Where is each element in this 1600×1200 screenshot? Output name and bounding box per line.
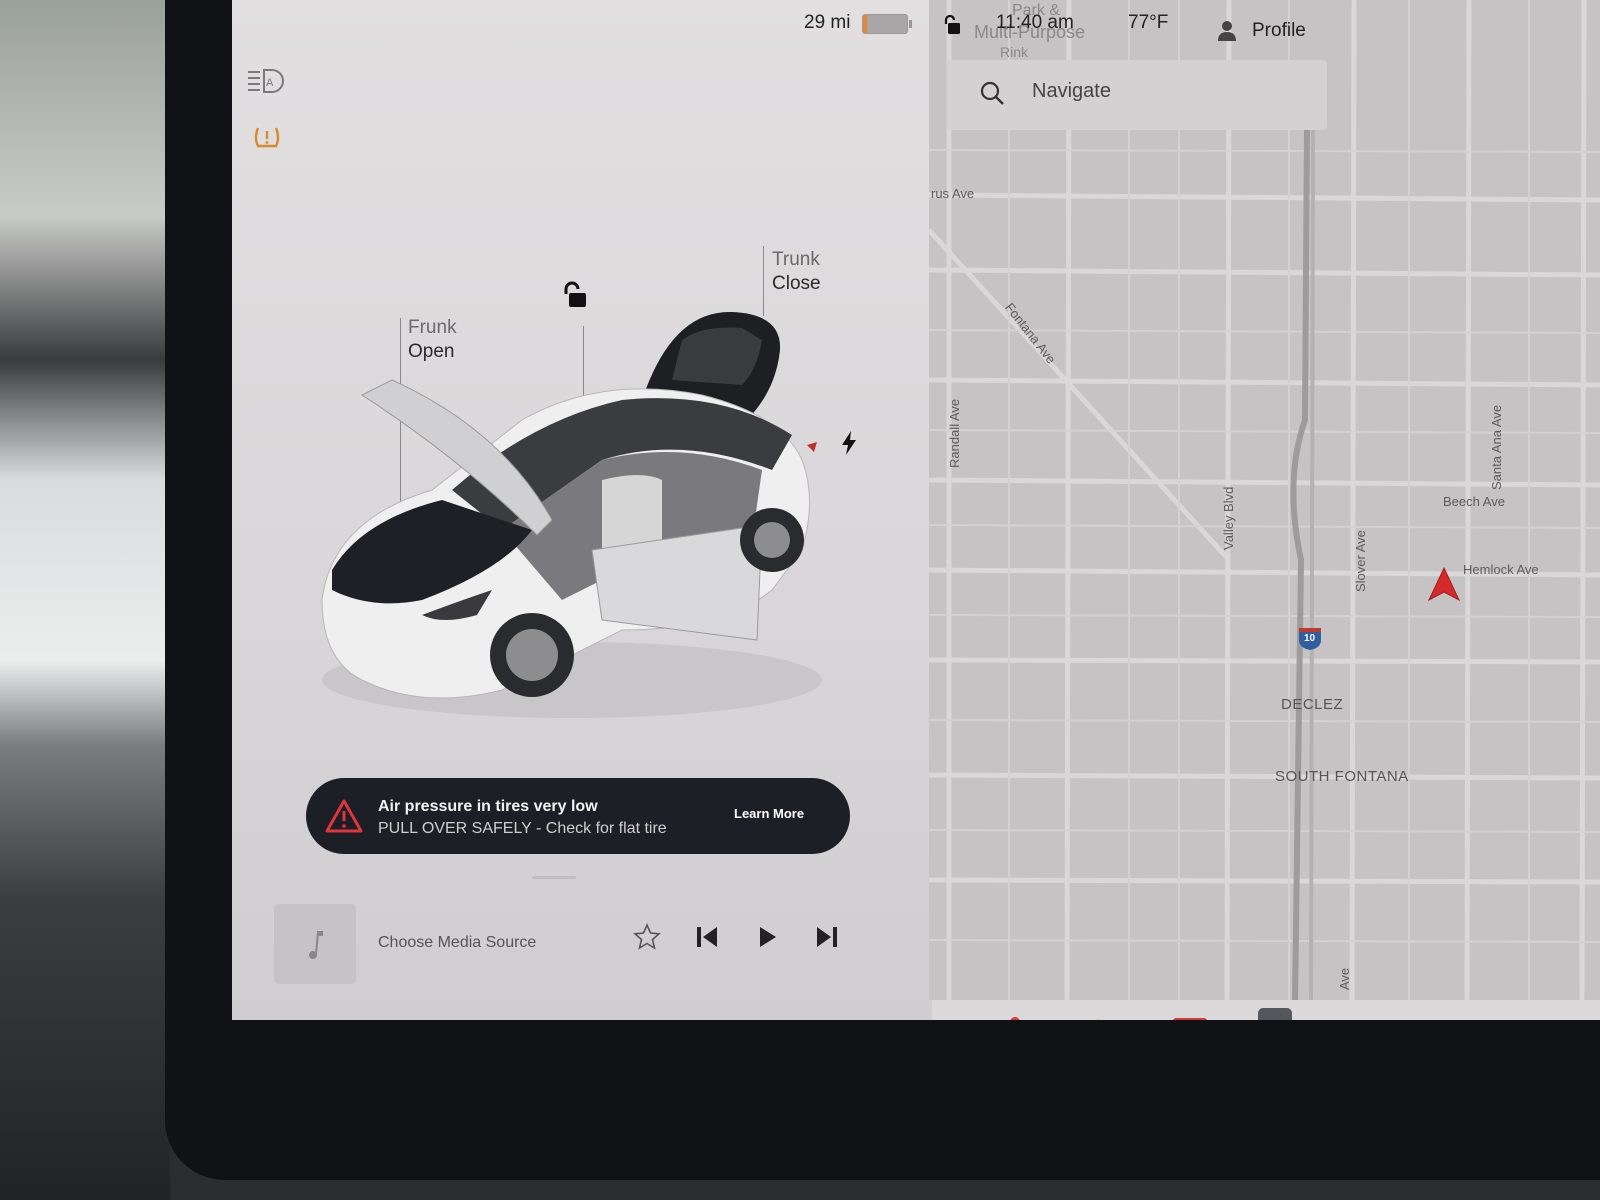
street-label: Santa Ana Ave <box>1489 404 1504 490</box>
media-drawer-handle[interactable] <box>532 876 576 879</box>
touchscreen: A Frunk Open Trunk Close Air pressure in… <box>232 0 1600 1020</box>
tire-pressure-warning-icon[interactable] <box>252 124 282 157</box>
street-label: Slover Ave <box>1353 530 1368 592</box>
street-label: Valley Blvd <box>1221 486 1236 550</box>
favorite-star-button[interactable] <box>632 922 662 957</box>
learn-more-button[interactable]: Learn More <box>734 806 804 821</box>
warning-triangle-icon <box>325 799 363 833</box>
navigate-search-bar[interactable]: Navigate <box>947 60 1327 130</box>
auto-headlight-icon[interactable]: A <box>246 66 286 101</box>
vehicle-illustration <box>321 311 822 718</box>
clock: 11:40 am <box>996 12 1074 33</box>
music-note-icon <box>309 931 323 959</box>
navigate-input[interactable]: Navigate <box>1032 80 1111 103</box>
profile-button[interactable]: Profile <box>1252 20 1306 42</box>
street-label: rus Ave <box>931 186 975 201</box>
navigation-map[interactable]: 10 rus Ave Fontana Ave Randall Ave Valle… <box>929 0 1600 1000</box>
profile-icon[interactable] <box>1216 20 1238 47</box>
trunk-title: Trunk <box>772 249 820 270</box>
alert-message: PULL OVER SAFELY - Check for flat tire <box>378 820 667 837</box>
street-label: Ave <box>1337 967 1352 990</box>
toybox-icon[interactable] <box>1084 1016 1124 1020</box>
search-icon <box>980 81 1004 105</box>
calendar-icon[interactable]: 6 <box>1172 1016 1208 1020</box>
car-status-panel: A Frunk Open Trunk Close Air pressure in… <box>232 0 932 1020</box>
dashcam-icon[interactable] <box>1256 1006 1294 1020</box>
range-readout: 29 mi <box>804 12 851 33</box>
poi-label-line: Rink <box>1000 44 1029 60</box>
album-art-placeholder[interactable] <box>274 904 356 984</box>
street-label: Randall Ave <box>947 398 962 468</box>
battery-fill <box>863 15 867 33</box>
highway-shield-label: 10 <box>1304 633 1316 644</box>
play-button[interactable] <box>752 922 782 957</box>
street-label: Beech Ave <box>1443 494 1505 509</box>
alert-title: Air pressure in tires very low <box>378 798 598 815</box>
photo-background <box>0 0 170 1200</box>
status-bar: 29 mi Park & Multi-Purpose Rink 11:40 am… <box>232 0 1600 60</box>
previous-track-button[interactable] <box>692 922 722 957</box>
area-label-south-fontana: SOUTH FONTANA <box>1275 768 1409 785</box>
svg-text:A: A <box>266 77 274 89</box>
arcade-joystick-icon[interactable] <box>996 1014 1034 1020</box>
next-track-button[interactable] <box>812 922 842 957</box>
tire-pressure-alert: Air pressure in tires very low PULL OVER… <box>306 778 850 854</box>
lock-status-icon[interactable] <box>942 14 962 36</box>
street-label: Hemlock Ave <box>1463 562 1539 577</box>
choose-media-source[interactable]: Choose Media Source <box>378 934 536 952</box>
battery-indicator <box>862 14 912 34</box>
charge-port-lightning-icon[interactable] <box>840 430 858 461</box>
area-label-declez: DECLEZ <box>1281 696 1344 713</box>
outside-temperature: 77°F <box>1128 12 1169 33</box>
